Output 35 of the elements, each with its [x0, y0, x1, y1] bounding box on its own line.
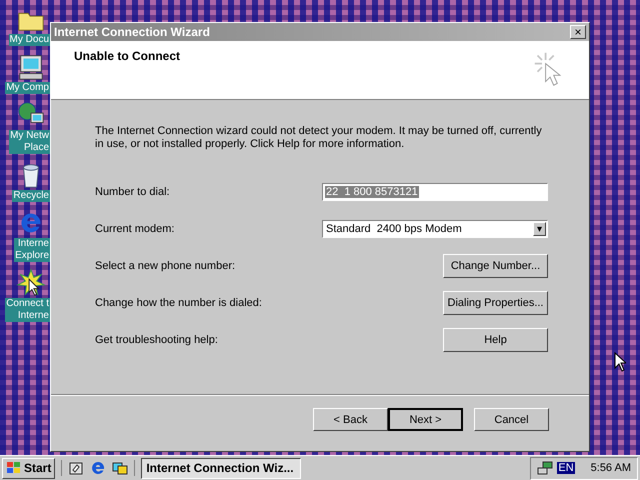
field-label: Select a new phone number:: [95, 260, 236, 272]
field-label: Current modem:: [95, 222, 176, 234]
wizard-button[interactable]: Cancel: [474, 408, 549, 431]
field-label: Number to dial:: [95, 186, 171, 198]
desktop-icon-label[interactable]: Connect t Interne: [5, 298, 50, 322]
modem-dropdown[interactable]: Standard 2400 bps Modem ▾: [322, 220, 548, 238]
phone-number-field[interactable]: 22 1 800 8573121: [322, 182, 548, 200]
dropdown-arrow-button[interactable]: ▾: [533, 222, 546, 236]
action-button[interactable]: Help: [443, 328, 548, 352]
taskbar-window-button[interactable]: Internet Connection Wiz...: [141, 458, 302, 478]
close-button[interactable]: ×: [570, 25, 586, 39]
window-title: Internet Connection Wizard: [54, 25, 210, 39]
wizard-button[interactable]: < Back: [313, 408, 388, 431]
field-label: Change how the number is dialed:: [95, 296, 263, 308]
desktop-icon-label[interactable]: My Comp: [5, 82, 50, 94]
desktop-icon-label[interactable]: Interne Explore: [14, 238, 50, 262]
action-button[interactable]: Change Number...: [443, 254, 548, 278]
clock: 5:56 AM: [590, 462, 631, 474]
network-computers-icon[interactable]: [537, 460, 554, 476]
field-label: Get troubleshooting help:: [95, 334, 219, 346]
desktop-shortcut-icon[interactable]: [68, 460, 84, 476]
desktop-icon-label[interactable]: My Netw Place: [9, 130, 50, 154]
wizard-button[interactable]: Next >: [388, 408, 463, 431]
mouse-cursor-icon: [614, 352, 626, 372]
desktop-icon-label[interactable]: My Docu: [8, 34, 50, 46]
browser-e-icon[interactable]: [90, 460, 106, 476]
windows-flag-icon: [6, 460, 22, 476]
error-message: The Internet Connection wizard could not detect your modem. It may be turned off, currently in use, or not installed properly. Click Help for more information.: [95, 125, 543, 151]
desktop-icon-label[interactable]: Recycle: [12, 190, 50, 202]
start-button[interactable]: Start: [2, 458, 56, 478]
starburst-cursor-icon[interactable]: [16, 268, 46, 298]
page-heading: Unable to Connect: [74, 49, 180, 65]
action-button[interactable]: Dialing Properties...: [443, 290, 548, 314]
language-indicator[interactable]: EN: [557, 462, 575, 474]
window-switch-icon[interactable]: [112, 460, 128, 476]
